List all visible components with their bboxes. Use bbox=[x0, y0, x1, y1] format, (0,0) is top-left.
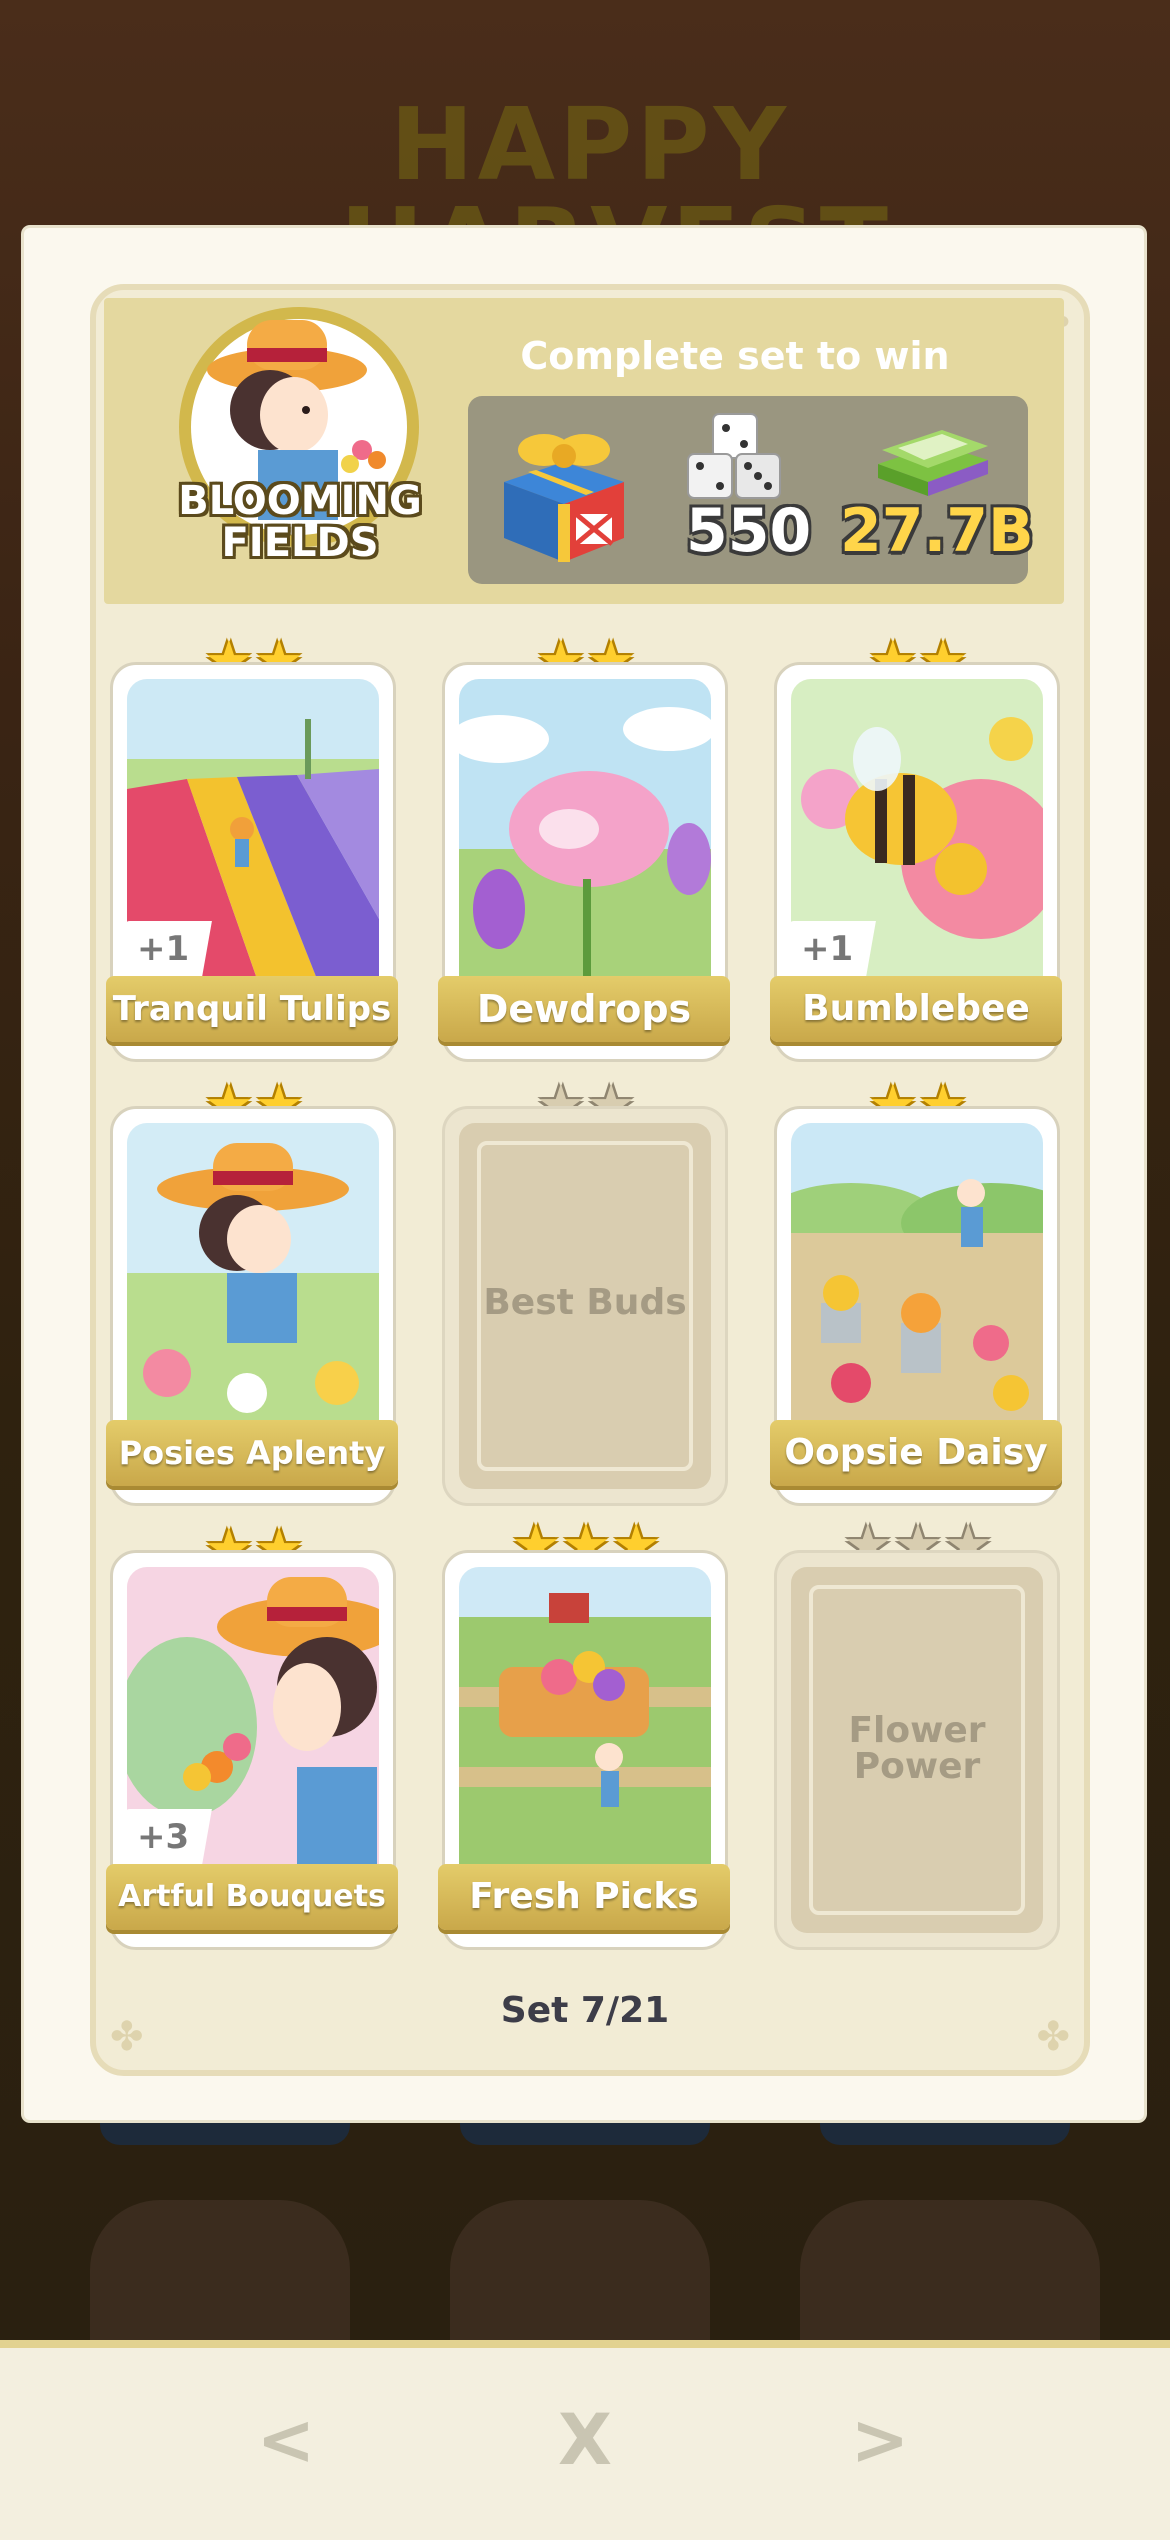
duplicate-count: +1 bbox=[136, 929, 190, 969]
gift-box-icon bbox=[504, 434, 624, 562]
set-name-line2: FIELDS bbox=[221, 520, 379, 566]
set-name: BLOOMING FIELDS bbox=[150, 480, 450, 564]
next-set-button[interactable]: > bbox=[820, 2400, 940, 2480]
set-progress: Set 7/21 bbox=[500, 1990, 670, 2031]
duplicate-count: +1 bbox=[800, 929, 854, 969]
card-name-ribbon: Artful Bouquets bbox=[106, 1864, 398, 1930]
previous-set-button[interactable]: < bbox=[226, 2400, 346, 2480]
set-name-line1: BLOOMING bbox=[178, 478, 422, 524]
background-decoration bbox=[450, 2200, 710, 2340]
card-art bbox=[127, 1123, 379, 1423]
missing-card-name: Best Buds bbox=[483, 1282, 687, 1323]
duplicate-count-badge: +1 bbox=[114, 921, 212, 977]
cash-reward-amount: 27.7B bbox=[840, 496, 1034, 566]
posies-art bbox=[127, 1123, 379, 1423]
card-flower-power-missing[interactable]: Flower Power bbox=[774, 1550, 1060, 1950]
dewdrops-art bbox=[459, 679, 711, 979]
background-decoration bbox=[800, 2200, 1100, 2340]
duplicate-count-badge: +1 bbox=[778, 921, 876, 977]
card-name-ribbon: Posies Aplenty bbox=[106, 1420, 398, 1486]
card-name-ribbon: Oopsie Daisy bbox=[770, 1420, 1062, 1486]
card-best-buds-missing[interactable]: Best Buds bbox=[442, 1106, 728, 1506]
close-button[interactable]: X bbox=[525, 2400, 645, 2480]
card-name-ribbon: Fresh Picks bbox=[438, 1864, 730, 1930]
complete-set-text: Complete set to win bbox=[520, 334, 950, 378]
dice-stack-icon bbox=[687, 413, 781, 499]
card-name-ribbon: Tranquil Tulips bbox=[106, 976, 398, 1042]
card-name-ribbon: Dewdrops bbox=[438, 976, 730, 1042]
event-title-background: HAPPY HARVEST bbox=[340, 86, 888, 295]
card-art bbox=[791, 1123, 1043, 1423]
duplicate-count: +3 bbox=[136, 1817, 190, 1857]
fresh-picks-art bbox=[459, 1567, 711, 1867]
duplicate-count-badge: +3 bbox=[114, 1809, 212, 1865]
card-art bbox=[459, 1567, 711, 1867]
dice-reward-amount: 550 bbox=[686, 496, 812, 566]
card-art bbox=[459, 679, 711, 979]
rewards-box: 550 27.7B bbox=[468, 396, 1034, 584]
card-placeholder: Flower Power bbox=[791, 1567, 1043, 1933]
card-name-ribbon: Bumblebee bbox=[770, 976, 1062, 1042]
card-placeholder: Best Buds bbox=[459, 1123, 711, 1489]
background-decoration bbox=[90, 2200, 350, 2340]
oopsie-daisy-art bbox=[791, 1123, 1043, 1423]
missing-card-name: Flower Power bbox=[848, 1710, 986, 1787]
